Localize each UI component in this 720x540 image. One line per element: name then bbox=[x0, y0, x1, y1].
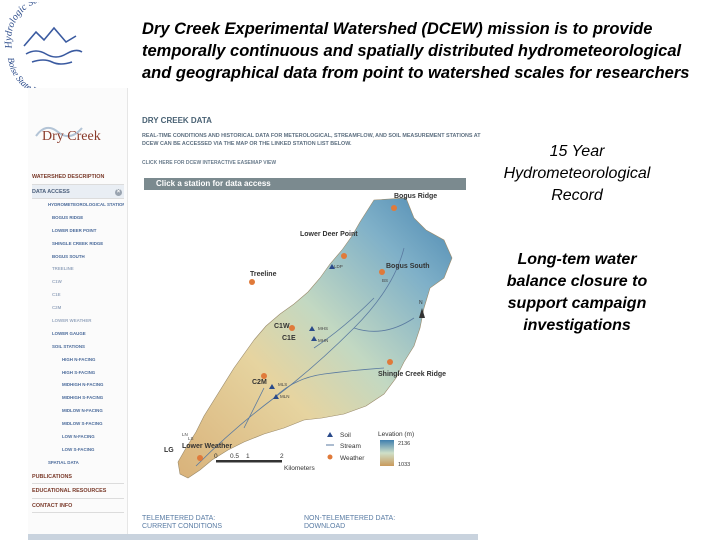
label-small: BS bbox=[382, 278, 388, 283]
watershed-map[interactable]: Bogus Ridge Lower Deer Point Bogus South… bbox=[144, 178, 466, 494]
subnav-item[interactable]: MIDHIGH N-FACING bbox=[32, 379, 124, 392]
subnav-item[interactable]: LOWER GAUGE bbox=[32, 328, 124, 341]
weather-legend-icon bbox=[327, 454, 333, 460]
legend-elev-high: 2136 bbox=[398, 441, 410, 447]
note-line: investigations bbox=[523, 317, 631, 334]
map-instruction-bar: Click a station for data access bbox=[144, 178, 466, 190]
label-small: MLN bbox=[280, 394, 290, 399]
hydrologic-sciences-logo: Hydrologic Sciences Boise State Universi… bbox=[2, 0, 100, 98]
label-c2m: C2M bbox=[252, 379, 267, 386]
label-small: LN bbox=[182, 432, 188, 437]
svg-text:N: N bbox=[419, 300, 423, 306]
label-small: MHS bbox=[318, 326, 328, 331]
subnav-item[interactable]: MIDHIGH S-FACING bbox=[32, 392, 124, 405]
subnav-item[interactable]: SPATIAL DATA bbox=[32, 457, 124, 470]
note-line: 15 Year bbox=[549, 143, 605, 160]
footer-line: TELEMETERED DATA: bbox=[142, 515, 216, 522]
station-bogus-south bbox=[379, 269, 385, 275]
label-lg: LG bbox=[164, 447, 174, 454]
subnav-item[interactable]: HIGH N-FACING bbox=[32, 354, 124, 367]
label-small: LDP bbox=[334, 264, 343, 269]
legend-elevation: Levation (m) bbox=[378, 431, 414, 438]
subnav-item[interactable]: C2M bbox=[32, 302, 124, 315]
nav-educational-resources[interactable]: EDUCATIONAL RESOURCES bbox=[32, 484, 124, 499]
label-c1e: C1E bbox=[282, 335, 296, 342]
browser-bottom-strip bbox=[28, 534, 478, 540]
note-line: Record bbox=[551, 187, 603, 204]
note-water-balance: Long-tem water balance closure to suppor… bbox=[482, 249, 672, 337]
nav-publications[interactable]: PUBLICATIONS bbox=[32, 470, 124, 485]
elevation-color-bar bbox=[380, 440, 394, 466]
note-line: Hydrometeorological bbox=[503, 165, 651, 182]
nav-label: WATERSHED DESCRIPTION bbox=[32, 174, 105, 180]
subnav-item[interactable]: LOWER WEATHER bbox=[32, 315, 124, 328]
station-c1w bbox=[289, 325, 295, 331]
mountain-river-icon bbox=[23, 26, 83, 65]
dry-creek-logo: Dry Creek bbox=[34, 118, 124, 148]
non-telemetered-data-link[interactable]: NON-TELEMETERED DATA: DOWNLOAD bbox=[304, 515, 395, 531]
label-lower-deer-point: Lower Deer Point bbox=[300, 231, 358, 238]
subnav-item[interactable]: SOIL STATIONS bbox=[32, 341, 124, 354]
nav-label: DATA ACCESS bbox=[32, 188, 70, 195]
label-treeline: Treeline bbox=[250, 271, 277, 278]
scale-tick: 0 bbox=[214, 453, 218, 460]
legend-soil: Soil bbox=[340, 432, 351, 439]
website-nav: WATERSHED DESCRIPTION DATA ACCESS × HYDR… bbox=[32, 170, 124, 514]
station-treeline bbox=[249, 279, 255, 285]
subnav-item[interactable]: LOWER DEER POINT bbox=[32, 225, 124, 238]
svg-text:Hydrologic Sciences: Hydrologic Sciences bbox=[3, 2, 65, 50]
subnav-item[interactable]: BOGUS SOUTH bbox=[32, 251, 124, 264]
legend-weather: Weather bbox=[340, 455, 365, 462]
page-title: DRY CREEK DATA bbox=[142, 116, 212, 125]
nav-watershed-description[interactable]: WATERSHED DESCRIPTION bbox=[32, 170, 124, 185]
note-record: 15 Year Hydrometeorological Record bbox=[482, 141, 672, 207]
footer-line: DOWNLOAD bbox=[304, 523, 346, 530]
station-lower-deer-point bbox=[341, 253, 347, 259]
label-lower-weather: Lower Weather bbox=[182, 443, 232, 450]
label-small: MLS bbox=[278, 382, 287, 387]
station-bogus-ridge bbox=[391, 205, 397, 211]
telemetered-data-link[interactable]: TELEMETERED DATA: CURRENT CONDITIONS bbox=[142, 515, 222, 531]
subnav-item[interactable]: TREELINE bbox=[32, 263, 124, 276]
subnav-item[interactable]: HYDROMETEOROLOGICAL STATIONS bbox=[32, 199, 124, 212]
scale-tick: 1 bbox=[246, 453, 250, 460]
label-bogus-ridge: Bogus Ridge bbox=[394, 193, 437, 200]
legend-elev-low: 1033 bbox=[398, 462, 410, 468]
subnav-item[interactable]: MIDLOW S-FACING bbox=[32, 418, 124, 431]
footer-line: NON-TELEMETERED DATA: bbox=[304, 515, 396, 522]
nav-contact-info[interactable]: CONTACT INFO bbox=[32, 499, 124, 514]
dry-creek-logo-text: Dry Creek bbox=[42, 129, 101, 144]
label-shingle-creek-ridge: Shingle Creek Ridge bbox=[378, 371, 446, 378]
station-lower-weather bbox=[197, 455, 203, 461]
subnav-item[interactable]: MIDLOW N-FACING bbox=[32, 405, 124, 418]
subnav-item[interactable]: C1E bbox=[32, 289, 124, 302]
easemap-link[interactable]: CLICK HERE FOR DCEW INTERACTIVE EASEMAP … bbox=[142, 160, 276, 166]
note-line: support campaign bbox=[507, 295, 647, 312]
subnav-item[interactable]: C1W bbox=[32, 276, 124, 289]
scale-tick: 2 bbox=[280, 453, 284, 460]
note-line: balance closure to bbox=[506, 273, 648, 290]
label-c1w: C1W bbox=[274, 323, 290, 330]
label-small: MHN bbox=[318, 338, 328, 343]
logo-text-top: Hydrologic Sciences bbox=[3, 0, 65, 50]
station-shingle-creek-ridge bbox=[387, 359, 393, 365]
label-bogus-south: Bogus South bbox=[386, 263, 430, 270]
subnav-item[interactable]: LOW N-FACING bbox=[32, 431, 124, 444]
label-small: LS bbox=[188, 436, 194, 441]
nav-data-access[interactable]: DATA ACCESS × bbox=[32, 184, 124, 199]
website-sidebar: Dry Creek WATERSHED DESCRIPTION DATA ACC… bbox=[28, 88, 128, 540]
legend-stream: Stream bbox=[340, 443, 361, 450]
subnav-item[interactable]: HIGH S-FACING bbox=[32, 367, 124, 380]
scale-unit: Kilometers bbox=[284, 465, 315, 472]
dcew-website-screenshot: Dry Creek WATERSHED DESCRIPTION DATA ACC… bbox=[28, 88, 481, 540]
note-line: Long-tem water bbox=[517, 251, 637, 268]
scale-tick: 0.5 bbox=[230, 453, 239, 460]
website-main: DRY CREEK DATA REAL-TIME CONDITIONS AND … bbox=[136, 88, 481, 540]
subnav-item[interactable]: LOW S-FACING bbox=[32, 444, 124, 457]
close-icon[interactable]: × bbox=[115, 188, 122, 196]
subnav-item[interactable]: BOGUS RIDGE bbox=[32, 212, 124, 225]
page-description: REAL-TIME CONDITIONS AND HISTORICAL DATA… bbox=[142, 133, 481, 147]
subnav-item[interactable]: SHINGLE CREEK RIDGE bbox=[32, 238, 124, 251]
footer-line: CURRENT CONDITIONS bbox=[142, 523, 222, 530]
